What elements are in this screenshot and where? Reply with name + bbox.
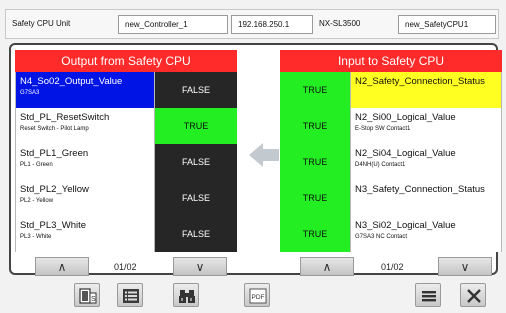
- variable-comment: G7SA3 NC Contact: [355, 234, 408, 240]
- menu-button[interactable]: [415, 283, 441, 307]
- input-panel-title: Input to Safety CPU: [280, 50, 502, 72]
- output-page-down-button[interactable]: ∨: [173, 257, 227, 276]
- variable-comment: E-Stop SW Contact1: [355, 126, 411, 132]
- variable-name: N2_Si04_Logical_Value: [355, 148, 456, 159]
- io-monitor-panel: Output from Safety CPU N4_So02_Output_Va…: [9, 43, 502, 277]
- input-name-cell: N2_Si00_Logical_Value E-Stop SW Contact1: [350, 108, 502, 144]
- model-label: NX-SL3500: [319, 19, 361, 28]
- close-icon: [467, 289, 481, 303]
- table-row[interactable]: TRUE N3_Safety_Connection_Status: [280, 180, 502, 216]
- variable-name: N2_Safety_Connection_Status: [355, 76, 485, 87]
- output-page-up-button[interactable]: ∧: [35, 257, 89, 276]
- svg-text:S: S: [91, 296, 96, 303]
- input-page-indicator: 01/02: [381, 262, 404, 272]
- value-cell: FALSE: [155, 216, 237, 252]
- table-row[interactable]: Std_PL_ResetSwitch Reset Switch - Pilot …: [15, 108, 237, 144]
- variable-name: N2_Si00_Logical_Value: [355, 112, 456, 123]
- variable-name: N3_Si02_Logical_Value: [355, 220, 456, 231]
- input-page-down-button[interactable]: ∨: [438, 257, 492, 276]
- output-name-cell: Std_PL_ResetSwitch Reset Switch - Pilot …: [15, 108, 155, 144]
- close-button[interactable]: [460, 283, 486, 307]
- output-pager: ∧ 01/02 ∨: [15, 257, 237, 277]
- io-map-icon: S: [79, 288, 97, 304]
- input-name-cell: N2_Si04_Logical_Value D4NH(U) Contact1: [350, 144, 502, 180]
- table-row[interactable]: N4_So02_Output_Value G7SA3 FALSE: [15, 72, 237, 108]
- hamburger-menu-icon: [422, 291, 436, 302]
- variable-comment: D4NH(U) Contact1: [355, 162, 406, 168]
- output-name-cell: Std_PL3_White PL3 - White: [15, 216, 155, 252]
- variable-name: Std_PL3_White: [20, 220, 87, 231]
- output-name-cell: Std_PL1_Green PL1 - Green: [15, 144, 155, 180]
- input-name-cell: N2_Safety_Connection_Status: [350, 72, 502, 108]
- table-row[interactable]: Std_PL3_White PL3 - White FALSE: [15, 216, 237, 252]
- output-name-cell: N4_So02_Output_Value G7SA3: [15, 72, 155, 108]
- variable-name: Std_PL_ResetSwitch: [20, 112, 110, 123]
- output-panel: Output from Safety CPU N4_So02_Output_Va…: [15, 50, 237, 268]
- table-row[interactable]: TRUE N2_Si04_Logical_Value D4NH(U) Conta…: [280, 144, 502, 180]
- input-pager: ∧ 01/02 ∨: [280, 257, 502, 277]
- output-name-cell: Std_PL2_Yellow PL2 - Yellow: [15, 180, 155, 216]
- value-cell: FALSE: [155, 72, 237, 108]
- table-row[interactable]: TRUE N2_Si00_Logical_Value E-Stop SW Con…: [280, 108, 502, 144]
- list-icon: [123, 289, 139, 303]
- variable-name: N3_Safety_Connection_Status: [355, 184, 485, 195]
- value-cell: TRUE: [280, 180, 350, 216]
- unit-header: Safety CPU Unit new_Controller_1 192.168…: [5, 9, 499, 39]
- cpu-field: new_SafetyCPU1: [398, 15, 496, 34]
- input-name-cell: N3_Si02_Logical_Value G7SA3 NC Contact: [350, 216, 502, 252]
- controller-field: new_Controller_1: [118, 15, 228, 34]
- binoculars-icon: [179, 290, 195, 303]
- input-panel: Input to Safety CPU TRUE N2_Safety_Conne…: [280, 50, 502, 268]
- value-cell: FALSE: [155, 180, 237, 216]
- value-cell: FALSE: [155, 144, 237, 180]
- find-button[interactable]: [173, 283, 199, 307]
- output-panel-title: Output from Safety CPU: [15, 50, 237, 72]
- variable-comment: PL3 - White: [20, 234, 52, 240]
- value-cell: TRUE: [280, 108, 350, 144]
- variable-comment: G7SA3: [20, 90, 40, 96]
- variable-name: Std_PL2_Yellow: [20, 184, 89, 195]
- variable-name: Std_PL1_Green: [20, 148, 89, 159]
- arrow-left-icon: [249, 143, 279, 167]
- variable-comment: PL1 - Green: [20, 162, 53, 168]
- table-row[interactable]: TRUE N2_Safety_Connection_Status: [280, 72, 502, 108]
- pdf-icon-label: PDF: [252, 294, 265, 301]
- io-map-button[interactable]: S: [74, 283, 100, 307]
- table-row[interactable]: Std_PL1_Green PL1 - Green FALSE: [15, 144, 237, 180]
- list-view-button[interactable]: [117, 283, 143, 307]
- variable-name: N4_So02_Output_Value: [20, 76, 123, 87]
- value-cell: TRUE: [280, 72, 350, 108]
- variable-comment: PL2 - Yellow: [20, 198, 54, 204]
- value-cell: TRUE: [280, 144, 350, 180]
- pdf-button[interactable]: PDF: [244, 283, 270, 307]
- value-cell: TRUE: [155, 108, 237, 144]
- value-cell: TRUE: [280, 216, 350, 252]
- input-name-cell: N3_Safety_Connection_Status: [350, 180, 502, 216]
- ip-field: 192.168.250.1: [231, 15, 313, 34]
- variable-comment: Reset Switch - Pilot Lamp: [20, 126, 89, 132]
- table-row[interactable]: Std_PL2_Yellow PL2 - Yellow FALSE: [15, 180, 237, 216]
- input-page-up-button[interactable]: ∧: [300, 257, 354, 276]
- table-row[interactable]: TRUE N3_Si02_Logical_Value G7SA3 NC Cont…: [280, 216, 502, 252]
- output-page-indicator: 01/02: [114, 262, 137, 272]
- pdf-icon: PDF: [249, 288, 267, 304]
- unit-label: Safety CPU Unit: [12, 19, 71, 28]
